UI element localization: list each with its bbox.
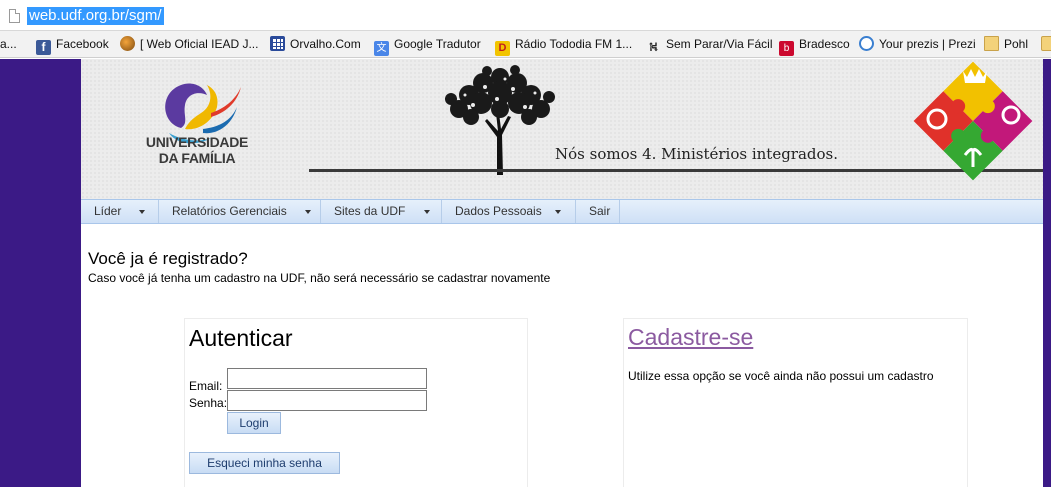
bookmarks-bar: a... f Facebook [ Web Oficial IEAD J... O… [0,31,1051,58]
login-title: Autenticar [189,325,293,351]
bookmark-truncated[interactable]: a... [0,35,17,53]
page-viewport: UNIVERSIDADE DA FAMÍLIA Nós somos 4. Min… [0,59,1051,487]
url-text[interactable]: web.udf.org.br/sgm/ [27,7,164,25]
grid-icon [270,36,285,51]
tree-icon [445,65,555,175]
folder-icon [1041,36,1051,51]
password-label: Senha: [189,396,228,410]
email-field[interactable] [227,368,427,389]
login-button[interactable]: Login [227,412,281,434]
translate-icon: 文 [374,41,389,56]
main-nav: Líder Relatórios Gerenciais Sites da UDF… [81,199,1043,224]
email-label: Email: [189,379,223,393]
bookmark-radio[interactable]: D Rádio Tododia FM 1... [495,35,632,56]
prezi-icon [859,36,874,51]
logo-text: UNIVERSIDADE DA FAMÍLIA [145,134,249,166]
nav-item-relatorios[interactable]: Relatórios Gerenciais [159,200,321,223]
nav-item-dados-pessoais[interactable]: Dados Pessoais [442,200,576,223]
bookmark-folder-pohl[interactable]: Pohl [984,35,1028,53]
header-banner: UNIVERSIDADE DA FAMÍLIA Nós somos 4. Min… [81,59,1043,199]
folder-icon [984,36,999,51]
nav-item-sair[interactable]: Sair [576,200,620,223]
browser-window: web.udf.org.br/sgm/ a... f Facebook [ Web… [0,0,1051,487]
page-content: UNIVERSIDADE DA FAMÍLIA Nós somos 4. Min… [81,59,1043,487]
bookmark-orvalho[interactable]: Orvalho.Com [270,35,361,53]
facebook-icon: f [36,40,51,55]
password-field[interactable] [227,390,427,411]
caret-down-icon [139,210,145,214]
bookmark-bradesco[interactable]: b Bradesco [779,35,850,56]
caret-down-icon [305,210,311,214]
registered-title: Você ja é registrado? [88,249,248,268]
iead-icon [120,36,135,51]
slogan-text: Nós somos 4. Ministérios integrados. [555,145,839,163]
radio-icon: D [495,41,510,56]
ministries-puzzle-icon [913,61,1033,181]
bookmark-facebook[interactable]: f Facebook [36,35,109,55]
login-panel: Autenticar Email: Senha: Login Esqueci m… [184,318,528,487]
forgot-password-button[interactable]: Esqueci minha senha [189,452,340,474]
road-icon: ⛕ [648,39,659,54]
page-icon [9,9,20,23]
signup-panel: Cadastre-se Utilize essa opção se você a… [623,318,968,487]
udf-logo-icon [165,83,241,144]
caret-down-icon [555,210,561,214]
signup-description: Utilize essa opção se você ainda não pos… [628,369,934,383]
bradesco-icon: b [779,41,794,56]
bookmark-folder-more[interactable] [1041,35,1051,53]
bookmark-sem-parar[interactable]: ⛕ Sem Parar/Via Fácil [646,35,773,54]
nav-item-lider[interactable]: Líder [81,200,159,223]
bookmark-prezi[interactable]: Your prezis | Prezi [859,35,976,53]
bookmark-google-tradutor[interactable]: 文 Google Tradutor [374,35,481,56]
bookmark-iead[interactable]: [ Web Oficial IEAD J... [120,35,258,53]
address-bar[interactable]: web.udf.org.br/sgm/ [0,0,1051,31]
nav-item-sites[interactable]: Sites da UDF [321,200,442,223]
registered-subtitle: Caso você já tenha um cadastro na UDF, n… [88,271,551,285]
caret-down-icon [424,210,430,214]
signup-link[interactable]: Cadastre-se [628,324,753,351]
